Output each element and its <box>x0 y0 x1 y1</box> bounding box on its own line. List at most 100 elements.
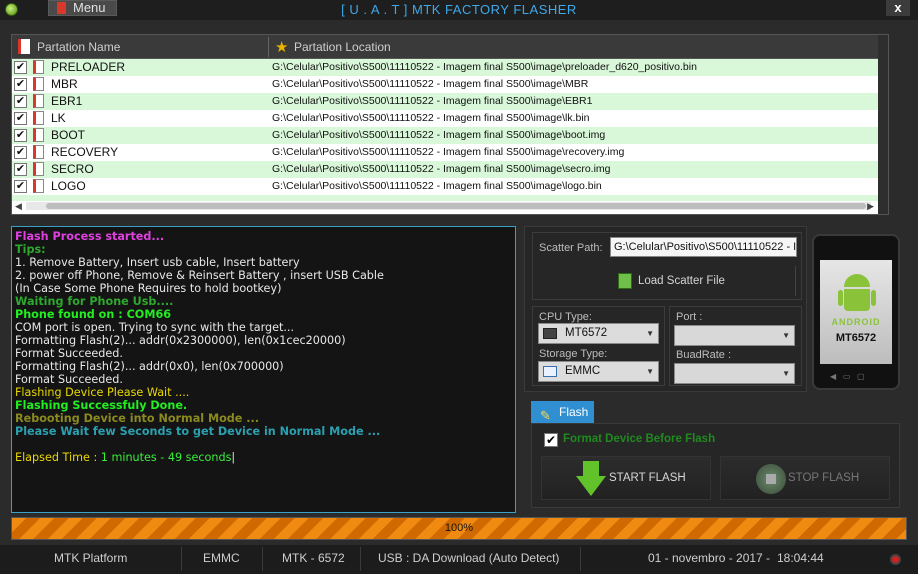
scroll-right-arrow[interactable]: ▶ <box>867 201 874 212</box>
tab-flash-label: Flash <box>559 405 589 419</box>
column-divider[interactable] <box>268 37 269 57</box>
table-row[interactable]: ✔ LOGO G:\Celular\Positivo\S500\11110522 -… <box>12 178 888 195</box>
row-checkbox[interactable]: ✔ <box>14 78 27 91</box>
scroll-left-arrow[interactable]: ◀ <box>15 201 22 212</box>
table-row[interactable]: ✔ PRELOADER G:\Celular\Positivo\S500\11110… <box>12 59 888 76</box>
log-lines: Flash Process started... Tips: 1. Remove B… <box>15 230 512 438</box>
horizontal-scrollbar[interactable] <box>26 202 871 210</box>
row-checkbox[interactable]: ✔ <box>14 61 27 74</box>
row-checkbox[interactable]: ✔ <box>14 129 27 142</box>
table-row[interactable]: ✔ BOOT G:\Celular\Positivo\S500\11110522 -… <box>12 127 888 144</box>
partition-location[interactable]: G:\Celular\Positivo\S500\11110522 - Imag… <box>272 112 590 124</box>
baud-rate-label: BuadRate : <box>676 349 732 361</box>
download-arrow-head <box>576 476 606 496</box>
partition-location[interactable]: G:\Celular\Positivo\S500\11110522 - Imag… <box>272 95 592 107</box>
file-icon <box>33 60 44 74</box>
log-line: 2. power off Phone, Remove & Reinsert Ba… <box>15 269 384 282</box>
log-line: Formatting Flash(2)... addr(0x2300000), … <box>15 334 346 347</box>
partition-name: LOGO <box>51 179 86 193</box>
log-line: Waiting for Phone Usb.... <box>15 295 174 308</box>
status-storage: EMMC <box>203 551 240 565</box>
log-line: Flashing Successfuly Done. <box>15 399 188 412</box>
start-flash-label: START FLASH <box>609 472 686 484</box>
column-header-location[interactable]: Partation Location <box>294 35 391 59</box>
file-icon <box>33 94 44 108</box>
baud-rate-select[interactable]: ▼ <box>674 363 795 384</box>
file-icon <box>33 111 44 125</box>
stop-flash-label: STOP FLASH <box>788 472 860 484</box>
android-wordmark: ANDROID <box>831 317 881 327</box>
table-row[interactable]: ✔ RECOVERY G:\Celular\Positivo\S500\111105… <box>12 144 888 161</box>
title-bar: Menu [ U . A . T ] MTK FACTORY FLASHER x <box>0 0 918 20</box>
format-device-label: Format Device Before Flash <box>563 433 716 445</box>
stop-square <box>766 474 776 484</box>
log-line: Please Wait few Seconds to get Device in… <box>15 425 381 438</box>
emmc-icon <box>543 366 557 377</box>
vertical-scrollbar[interactable] <box>878 35 888 214</box>
status-divider <box>580 547 581 571</box>
file-icon <box>33 162 44 176</box>
port-select[interactable]: ▼ <box>674 325 795 346</box>
port-label: Port : <box>676 311 703 323</box>
cpu-type-select[interactable]: MT6572 ▼ <box>538 323 659 344</box>
partition-location[interactable]: G:\Celular\Positivo\S500\11110522 - Imag… <box>272 61 697 73</box>
stop-flash-button[interactable]: STOP FLASH <box>720 456 890 500</box>
storage-type-select[interactable]: EMMC ▼ <box>538 361 659 382</box>
log-line: (In Case Some Phone Requires to hold boo… <box>15 282 282 295</box>
row-checkbox[interactable]: ✔ <box>14 146 27 159</box>
status-time-separator: - <box>766 551 770 565</box>
log-line: Tips: <box>15 243 46 256</box>
partition-name: RECOVERY <box>51 145 119 159</box>
phone-model: MT6572 <box>835 332 877 344</box>
cpu-type-value: MT6572 <box>565 327 608 339</box>
android-body <box>844 289 870 311</box>
table-row[interactable]: ✔ MBR G:\Celular\Positivo\S500\11110522 - … <box>12 76 888 93</box>
table-row[interactable]: ✔ SECRO G:\Celular\Positivo\S500\11110522 … <box>12 161 888 178</box>
chevron-down-icon: ▼ <box>646 367 654 376</box>
row-checkbox[interactable]: ✔ <box>14 180 27 193</box>
row-checkbox[interactable]: ✔ <box>14 95 27 108</box>
file-icon <box>33 179 44 193</box>
partition-location[interactable]: G:\Celular\Positivo\S500\11110522 - Imag… <box>272 180 602 192</box>
scrollbar-thumb[interactable] <box>46 203 866 209</box>
status-usb: USB : DA Download (Auto Detect) <box>378 551 560 565</box>
row-checkbox[interactable]: ✔ <box>14 163 27 176</box>
file-icon <box>33 145 44 159</box>
file-icon <box>18 39 30 54</box>
tab-flash[interactable]: ✎ Flash <box>531 401 594 423</box>
load-scatter-button[interactable]: Load Scatter File <box>616 266 796 296</box>
scatter-path-input[interactable]: G:\Celular\Positivo\S500\11110522 - Imag… <box>610 237 797 257</box>
chevron-down-icon: ▼ <box>782 369 790 378</box>
status-divider <box>262 547 263 571</box>
format-device-checkbox[interactable]: ✔ <box>544 433 558 447</box>
table-row[interactable]: ✔ EBR1 G:\Celular\Positivo\S500\11110522 -… <box>12 93 888 110</box>
elapsed-label: Elapsed Time : <box>15 451 101 464</box>
partition-location[interactable]: G:\Celular\Positivo\S500\11110522 - Imag… <box>272 78 588 90</box>
storage-type-label: Storage Type: <box>539 348 608 360</box>
status-chip: MTK - 6572 <box>282 551 345 565</box>
start-flash-button[interactable]: START FLASH <box>541 456 711 500</box>
table-row[interactable]: ✔ LK G:\Celular\Positivo\S500\11110522 - I… <box>12 110 888 127</box>
file-icon <box>33 128 44 142</box>
phone-keys: ◀ ▭ ▢ <box>830 372 865 381</box>
elapsed-time-line: Elapsed Time : 1 minutes - 49 seconds| <box>15 451 236 464</box>
android-arm <box>838 290 843 306</box>
partition-location[interactable]: G:\Celular\Positivo\S500\11110522 - Imag… <box>272 146 624 158</box>
partition-name: SECRO <box>51 162 94 176</box>
partition-name: BOOT <box>51 128 86 142</box>
column-header-name[interactable]: Partation Name <box>37 35 120 59</box>
chevron-down-icon: ▼ <box>782 331 790 340</box>
chip-icon <box>543 328 557 339</box>
record-icon[interactable] <box>890 554 901 565</box>
app-title: [ U . A . T ] MTK FACTORY FLASHER <box>341 2 577 17</box>
status-date: 01 - novembro - 2017 <box>648 551 763 565</box>
row-checkbox[interactable]: ✔ <box>14 112 27 125</box>
partition-location[interactable]: G:\Celular\Positivo\S500\11110522 - Imag… <box>272 129 605 141</box>
partition-location[interactable]: G:\Celular\Positivo\S500\11110522 - Imag… <box>272 163 611 175</box>
scatter-path-label: Scatter Path: <box>539 242 603 254</box>
progress-label: 100% <box>444 522 474 534</box>
phone-illustration: ANDROID MT6572 ◀ ▭ ▢ <box>812 234 900 390</box>
status-time: 18:04:44 <box>777 551 824 565</box>
close-button[interactable]: x <box>886 0 910 16</box>
log-line: Flashing Device Please Wait .... <box>15 386 190 399</box>
